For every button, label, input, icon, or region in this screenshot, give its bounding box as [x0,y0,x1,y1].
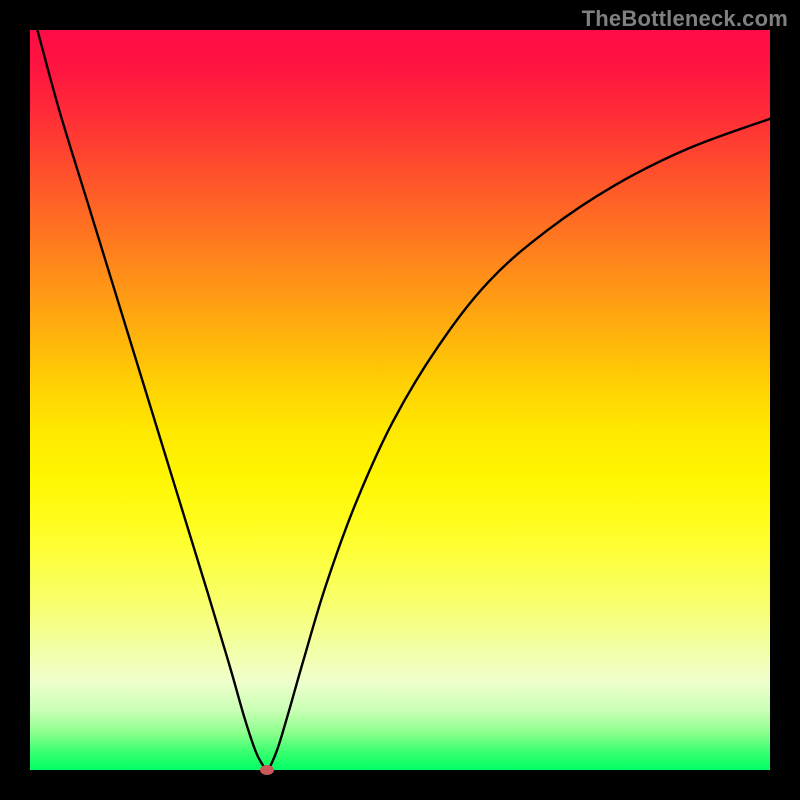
chart-frame: TheBottleneck.com [0,0,800,800]
curve-svg [30,30,770,770]
watermark-text: TheBottleneck.com [582,6,788,32]
optimal-point-marker [260,765,274,775]
bottleneck-curve [37,30,770,770]
plot-area [30,30,770,770]
